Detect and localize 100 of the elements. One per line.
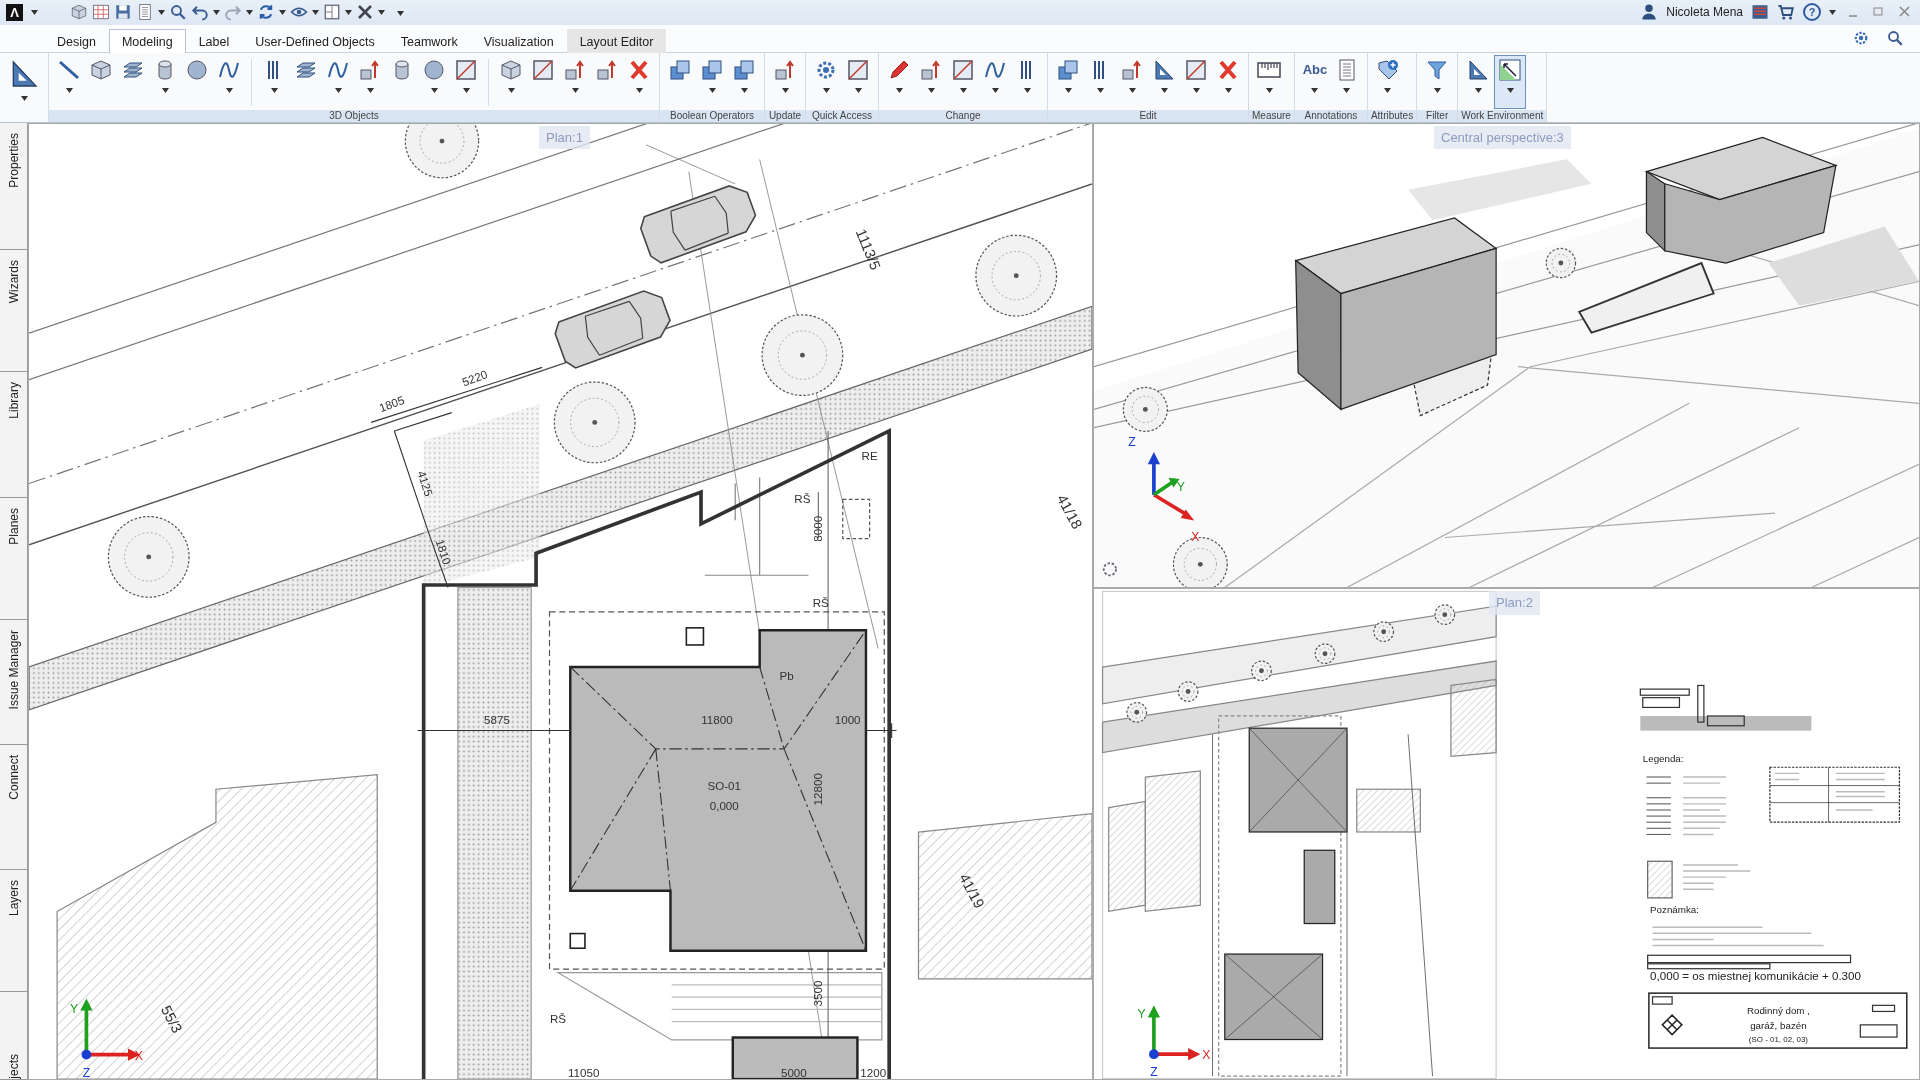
dimension-label: 11800	[701, 713, 733, 727]
axis-label: Y	[1137, 1006, 1146, 1021]
caret-icon	[635, 87, 643, 93]
help-button[interactable]: ?	[1803, 3, 1821, 22]
app-logo[interactable]: Λ	[6, 4, 23, 21]
quick-access-button[interactable]	[257, 3, 286, 22]
caret-icon	[65, 87, 73, 93]
dimension-label: 12800	[811, 773, 824, 806]
side-tab[interactable]: Planes	[0, 497, 27, 620]
dimension-label: 3500	[811, 980, 824, 1007]
map-label: RŠ	[794, 492, 811, 505]
dimension-label: 5875	[484, 713, 510, 727]
dimension-label: 1805	[377, 392, 406, 414]
quick-access-button[interactable]	[323, 3, 352, 22]
axis-gizmo	[1147, 1005, 1201, 1061]
axis-label: X	[1202, 1048, 1211, 1063]
tool-button[interactable]	[1494, 54, 1527, 109]
save-icon	[114, 3, 132, 22]
sphere-icon	[422, 57, 446, 82]
dimension-label: 11050	[568, 1065, 600, 1079]
ribbon-tab[interactable]: Visualization	[470, 28, 567, 55]
caret-icon	[854, 87, 862, 93]
user-icon	[1640, 3, 1659, 22]
axis-gizmo	[1147, 452, 1195, 521]
caret-icon	[1506, 87, 1514, 93]
sync-icon	[257, 3, 275, 22]
tool-button[interactable]: Abc	[1298, 54, 1331, 109]
dimension-label: 5220	[460, 367, 489, 389]
caret-icon	[1192, 87, 1200, 93]
parcel-label: 41/18	[1053, 491, 1086, 532]
caret-icon	[161, 87, 169, 93]
caret-icon	[31, 10, 38, 15]
group-label: Attributes	[1367, 109, 1417, 122]
axis-label: X	[134, 1048, 144, 1063]
frame-icon	[531, 57, 555, 82]
ribbon-tab[interactable]: Modeling	[108, 28, 186, 55]
group-label: Edit	[1048, 109, 1248, 122]
side-tab[interactable]: Connect	[0, 744, 27, 870]
ribbon-tab[interactable]: Design	[44, 28, 109, 55]
dimension-label: 1000	[834, 713, 861, 727]
squares-icon	[1056, 57, 1080, 82]
group-label: Measure	[1249, 109, 1294, 122]
quick-access-button[interactable]	[224, 3, 253, 22]
side-tab[interactable]: Issue Manager	[0, 619, 27, 745]
viewport-label: Plan:1	[539, 125, 590, 150]
caret-icon	[462, 87, 470, 93]
map-label: RŠ	[550, 1011, 567, 1025]
side-tab[interactable]: jects	[0, 991, 27, 1080]
search-icon[interactable]	[1886, 28, 1904, 47]
tag-icon	[1375, 57, 1400, 82]
frame-icon	[846, 57, 870, 82]
caret-icon	[927, 87, 935, 93]
sphere-icon	[185, 57, 209, 82]
caret-icon	[1096, 87, 1104, 93]
frame-icon	[454, 57, 478, 82]
quick-access-button[interactable]	[136, 3, 165, 22]
search-icon	[169, 3, 187, 22]
tree-drawing	[1122, 386, 1168, 432]
caret-icon	[895, 87, 903, 93]
ribbon-tab[interactable]: User-Defined Objects	[242, 28, 388, 55]
parcel-label: 41/19	[956, 870, 988, 911]
ribbon-tab[interactable]: Layout Editor	[566, 28, 667, 55]
dimension-label: 5000	[780, 1065, 807, 1079]
caret-icon	[334, 87, 342, 93]
side-tab[interactable]: Library	[0, 371, 27, 498]
ribbon-tab[interactable]: Teamwork	[387, 28, 471, 55]
caret-icon	[1433, 87, 1441, 93]
side-tab[interactable]: Wizards	[0, 249, 27, 372]
group-label: Quick Access	[806, 109, 878, 122]
parcel-label: 1113/5	[852, 226, 884, 272]
group-label: Change	[879, 109, 1047, 122]
viewport-label: Plan:2	[1489, 591, 1540, 615]
caret-icon	[397, 10, 404, 16]
caret-icon	[708, 87, 716, 93]
group-label: Update	[765, 109, 805, 122]
group-label: Filter	[1417, 109, 1458, 122]
caret-icon	[246, 10, 253, 15]
map-label: RE	[861, 449, 878, 463]
project-title: Rodinný dom ,	[1746, 1005, 1810, 1017]
window-icon	[323, 3, 341, 22]
caret-icon	[213, 10, 220, 15]
redo-icon	[224, 3, 242, 22]
quick-access-button[interactable]	[191, 3, 220, 22]
side-tab[interactable]: Layers	[0, 869, 27, 992]
caret-icon	[740, 87, 748, 93]
axis-label: Y	[1176, 480, 1185, 495]
user-name: Nicoleta Mena	[1666, 4, 1743, 22]
caret-icon	[378, 10, 385, 15]
grid-icon	[92, 3, 110, 22]
quick-access-button[interactable]	[169, 3, 187, 22]
caret-icon	[1384, 87, 1392, 93]
group-label: Boolean Operators	[660, 109, 764, 122]
caret-icon	[430, 87, 438, 93]
undo-icon	[191, 3, 209, 22]
caret-icon	[1128, 87, 1136, 93]
side-tab[interactable]: Properties	[0, 122, 27, 250]
legend-title: Legenda:	[1642, 753, 1684, 765]
ribbon-tab[interactable]: Label	[185, 28, 243, 55]
close-icon[interactable]	[1899, 6, 1910, 18]
building-label: SO-01	[707, 779, 741, 793]
